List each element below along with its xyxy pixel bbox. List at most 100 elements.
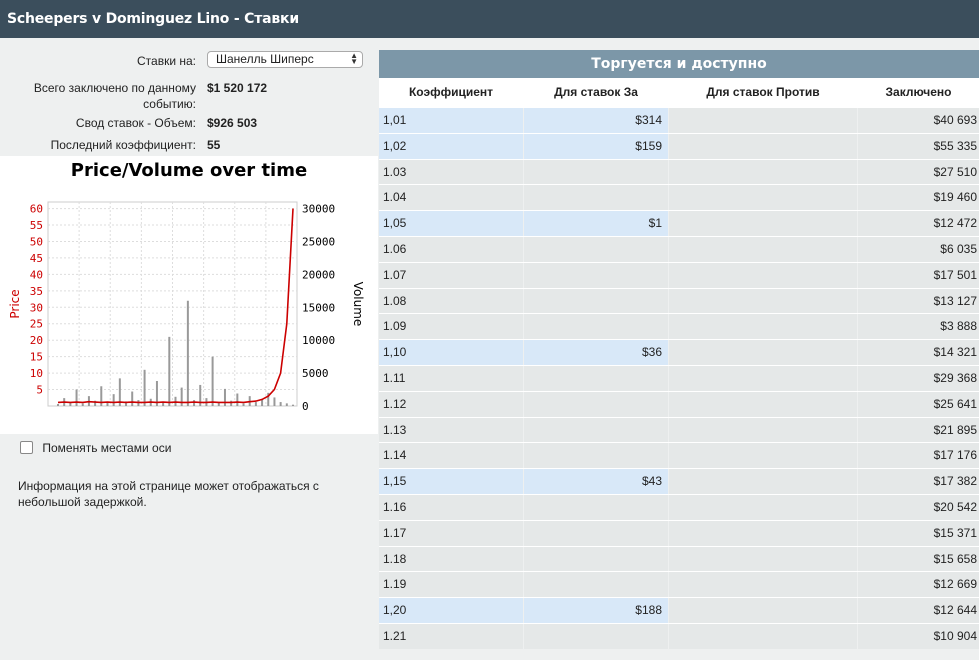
lay-cell[interactable] [669,288,857,314]
table-row: 1,10 $36 $14 321 [379,339,979,365]
lay-cell[interactable] [669,623,857,649]
table-row: 1.14 $17 176 [379,442,979,469]
swap-axes-label: Поменять местами оси [42,440,172,455]
lay-cell[interactable] [669,365,857,391]
lay-cell[interactable] [669,417,857,443]
back-cell[interactable] [524,365,668,391]
odds-cell: 1.13 [379,417,523,443]
total-matched-label-line1: Всего заключено по данному [33,81,196,95]
lay-cell[interactable] [669,598,857,623]
odds-cell: 1,05 [379,211,523,236]
lay-cell[interactable] [669,108,857,133]
matched-cell: $21 895 [858,417,979,443]
matched-cell: $3 888 [858,314,979,340]
lay-cell[interactable] [669,469,857,494]
matched-cell: $14 321 [858,340,979,365]
price-axis-label: Price [8,289,22,318]
summary-value: $926 503 [207,116,258,130]
table-header: Торгуется и доступно [379,50,979,78]
lay-cell[interactable] [669,391,857,417]
back-cell[interactable] [524,546,668,572]
odds-cell: 1.19 [379,572,523,598]
last-odds-row: Последний коэффициент: 55 [0,137,378,155]
back-cell[interactable] [524,262,668,288]
lay-cell[interactable] [669,520,857,546]
table-row: 1.09 $3 888 [379,313,979,340]
table-row: 1.11 $29 368 [379,364,979,391]
odds-cell: 1.12 [379,391,523,417]
matched-cell: $20 542 [858,494,979,520]
back-cell[interactable]: $188 [524,598,668,623]
back-cell[interactable] [524,159,668,185]
back-cell[interactable] [524,494,668,520]
lay-cell[interactable] [669,546,857,572]
total-matched-row: Всего заключено по данному событию: $1 5… [0,80,378,114]
back-cell[interactable]: $43 [524,469,668,494]
lay-cell[interactable] [669,236,857,262]
lay-cell[interactable] [669,262,857,288]
table-row: 1,20 $188 $12 644 [379,597,979,623]
volume-tick-label: 15000 [302,301,335,314]
back-cell[interactable]: $1 [524,211,668,236]
back-cell[interactable] [524,391,668,417]
odds-cell: 1.16 [379,494,523,520]
matched-cell: $25 641 [858,391,979,417]
back-cell[interactable]: $159 [524,133,668,159]
lay-cell[interactable] [669,572,857,598]
back-cell[interactable] [524,520,668,546]
lay-cell[interactable] [669,340,857,365]
table-row: 1.21 $10 904 [379,622,979,649]
matched-cell: $19 460 [858,185,979,211]
table-row: 1.19 $12 669 [379,571,979,598]
table-row: 1.04 $19 460 [379,184,979,211]
price-tick-label: 55 [30,219,43,232]
lay-cell[interactable] [669,494,857,520]
table-body: 1,01 $314 $40 693 1,02 $159 $55 335 1.03 $27 51… [379,107,979,649]
matched-cell: $13 127 [858,288,979,314]
odds-cell: 1.07 [379,262,523,288]
back-cell[interactable] [524,185,668,211]
back-cell[interactable] [524,623,668,649]
back-cell[interactable]: $36 [524,340,668,365]
lay-cell[interactable] [669,211,857,236]
back-cell[interactable] [524,236,668,262]
table-row: 1.18 $15 658 [379,545,979,572]
back-cell[interactable] [524,417,668,443]
matched-cell: $12 644 [858,598,979,623]
lay-cell[interactable] [669,159,857,185]
back-cell[interactable] [524,314,668,340]
table-row: 1.13 $21 895 [379,416,979,443]
matched-cell: $29 368 [858,365,979,391]
lay-cell[interactable] [669,443,857,469]
back-cell[interactable] [524,443,668,469]
odds-cell: 1.08 [379,288,523,314]
matched-cell: $40 693 [858,108,979,133]
odds-cell: 1.21 [379,623,523,649]
column-odds: Коэффициент [408,85,494,99]
table-row: 1.08 $13 127 [379,287,979,314]
matched-cell: $15 371 [858,520,979,546]
table-row: 1.06 $6 035 [379,235,979,262]
volume-tick-label: 5000 [302,367,329,380]
column-lay: Для ставок Против [706,85,820,99]
matched-cell: $12 669 [858,572,979,598]
swap-axes-row[interactable]: Поменять местами оси [20,440,171,456]
lay-cell[interactable] [669,185,857,211]
price-tick-label: 25 [30,318,43,331]
lay-cell[interactable] [669,314,857,340]
back-cell[interactable] [524,572,668,598]
price-tick-label: 5 [36,384,43,397]
matched-cell: $10 904 [858,623,979,649]
lay-cell[interactable] [669,133,857,159]
selection-value: Шанелль Шиперс [216,52,314,66]
price-tick-label: 50 [30,235,43,248]
selection-dropdown[interactable]: Шанелль Шиперс ▲ ▼ [207,51,363,68]
odds-cell: 1.04 [379,185,523,211]
column-matched: Заключено [885,85,952,99]
volume-tick-label: 10000 [302,334,335,347]
back-cell[interactable] [524,288,668,314]
swap-axes-checkbox[interactable] [20,441,33,455]
chart-svg: 5 10 15 20 25 30 35 40 45 50 55 60 0 5000 10000 15000 20… [8,201,365,413]
chevron-updown-icon: ▲ ▼ [350,51,358,66]
back-cell[interactable]: $314 [524,108,668,133]
